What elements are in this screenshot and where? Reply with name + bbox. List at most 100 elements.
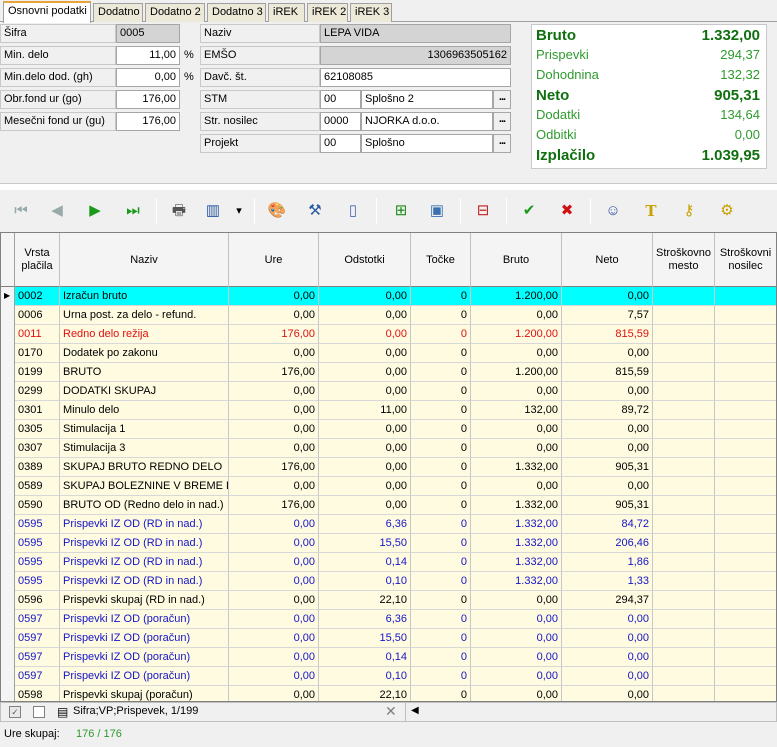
cell-col-2[interactable]: 0,00 (229, 382, 319, 401)
tab-irek-2[interactable]: iREK 2 (307, 3, 348, 22)
cell-col-5[interactable]: 0,00 (471, 648, 562, 667)
cell-col-8[interactable] (715, 363, 776, 382)
cell-col-3[interactable]: 0,00 (319, 363, 411, 382)
cell-col-3[interactable]: 6,36 (319, 610, 411, 629)
table-row[interactable]: 0307 Stimulacija 3 0,00 0,00 0 0,00 0,00 (1, 439, 776, 458)
table-row[interactable]: 0595 Prispevki IZ OD (RD in nad.) 0,00 0,10… (1, 572, 776, 591)
cell-col-3[interactable]: 22,10 (319, 591, 411, 610)
cell-col-3[interactable]: 11,00 (319, 401, 411, 420)
stm-code-field[interactable]: 00 (320, 90, 361, 109)
cell-col-2[interactable]: 176,00 (229, 363, 319, 382)
cell-col-6[interactable]: 905,31 (562, 458, 653, 477)
cell-col-0[interactable]: 0389 (15, 458, 60, 477)
cell-col-2[interactable]: 176,00 (229, 496, 319, 515)
cell-col-2[interactable]: 0,00 (229, 439, 319, 458)
cell-col-7[interactable] (653, 420, 715, 439)
filter-icon[interactable]: T (638, 198, 664, 224)
cell-col-0[interactable]: 0597 (15, 667, 60, 686)
cell-col-1[interactable]: Prispevki IZ OD (RD in nad.) (60, 572, 229, 591)
cell-col-2[interactable]: 176,00 (229, 325, 319, 344)
column-header-7[interactable]: Stroškovno mesto (653, 233, 715, 287)
cell-col-8[interactable] (715, 401, 776, 420)
cell-col-0[interactable]: 0595 (15, 534, 60, 553)
emso-field[interactable]: 1306963505162 (320, 46, 511, 65)
cell-col-1[interactable]: Prispevki IZ OD (poračun) (60, 629, 229, 648)
projekt-lookup-button[interactable]: ... (493, 134, 511, 153)
table-row[interactable]: 0199 BRUTO 176,00 0,00 0 1.200,00 815,59 (1, 363, 776, 382)
cell-col-1[interactable]: Prispevki IZ OD (poračun) (60, 610, 229, 629)
cell-col-1[interactable]: Dodatek po zakonu (60, 344, 229, 363)
print-icon[interactable]: 🖶 (166, 198, 192, 224)
cell-col-6[interactable]: 0,00 (562, 477, 653, 496)
cell-col-4[interactable]: 0 (411, 515, 471, 534)
image-icon[interactable]: ▣ (424, 198, 450, 224)
cell-col-0[interactable]: 0595 (15, 572, 60, 591)
cell-col-7[interactable] (653, 439, 715, 458)
cell-col-6[interactable]: 0,00 (562, 344, 653, 363)
cell-col-0[interactable]: 0011 (15, 325, 60, 344)
cell-col-1[interactable]: SKUPAJ BRUTO REDNO DELO (60, 458, 229, 477)
obr-fond-field[interactable]: 176,00 (116, 90, 180, 109)
palette-icon[interactable]: 🎨 (264, 198, 290, 224)
cell-col-2[interactable]: 0,00 (229, 306, 319, 325)
cell-col-2[interactable]: 0,00 (229, 648, 319, 667)
cell-col-4[interactable]: 0 (411, 363, 471, 382)
cell-col-8[interactable] (715, 477, 776, 496)
cell-col-3[interactable]: 0,10 (319, 667, 411, 686)
table-row[interactable]: ▶ 0002 Izračun bruto 0,00 0,00 0 1.200,00 0,00 (1, 287, 776, 306)
table-row[interactable]: 0596 Prispevki skupaj (RD in nad.) 0,00 22,… (1, 591, 776, 610)
cell-col-7[interactable] (653, 306, 715, 325)
cell-col-2[interactable]: 0,00 (229, 629, 319, 648)
cell-col-1[interactable]: Prispevki skupaj (RD in nad.) (60, 591, 229, 610)
cell-col-7[interactable] (653, 458, 715, 477)
cell-col-0[interactable]: 0299 (15, 382, 60, 401)
prev-icon[interactable]: ◀ (44, 198, 70, 224)
cell-col-4[interactable]: 0 (411, 306, 471, 325)
column-header-0[interactable]: Vrsta plačila (15, 233, 60, 287)
cell-col-6[interactable]: 0,00 (562, 610, 653, 629)
column-header-4[interactable]: Točke (411, 233, 471, 287)
table-row[interactable]: 0301 Minulo delo 0,00 11,00 0 132,00 89,72 (1, 401, 776, 420)
cell-col-7[interactable] (653, 667, 715, 686)
cell-col-6[interactable]: 0,00 (562, 686, 653, 701)
cell-col-0[interactable]: 0595 (15, 553, 60, 572)
cell-col-8[interactable] (715, 496, 776, 515)
cell-col-2[interactable]: 0,00 (229, 420, 319, 439)
tab-osnovni-podatki[interactable]: Osnovni podatki (3, 1, 91, 23)
cell-col-1[interactable]: Prispevki IZ OD (RD in nad.) (60, 515, 229, 534)
table-row[interactable]: 0597 Prispevki IZ OD (poračun) 0,00 0,10 0 0,… (1, 667, 776, 686)
cell-col-0[interactable]: 0170 (15, 344, 60, 363)
cell-col-7[interactable] (653, 401, 715, 420)
clear-filter-button[interactable]: ✕ (385, 703, 397, 720)
cell-col-0[interactable]: 0590 (15, 496, 60, 515)
cell-col-1[interactable]: Prispevki IZ OD (RD in nad.) (60, 534, 229, 553)
cell-col-7[interactable] (653, 325, 715, 344)
cell-col-6[interactable]: 0,00 (562, 667, 653, 686)
cell-col-4[interactable]: 0 (411, 572, 471, 591)
cell-col-3[interactable]: 6,36 (319, 515, 411, 534)
tab-dodatno-2[interactable]: Dodatno 2 (145, 3, 205, 22)
cell-col-7[interactable] (653, 572, 715, 591)
tab-irek[interactable]: iREK (268, 3, 305, 22)
table-row[interactable]: 0595 Prispevki IZ OD (RD in nad.) 0,00 15,5… (1, 534, 776, 553)
cell-col-4[interactable]: 0 (411, 458, 471, 477)
cell-col-3[interactable]: 0,14 (319, 553, 411, 572)
cell-col-1[interactable]: DODATKI SKUPAJ (60, 382, 229, 401)
cell-col-0[interactable]: 0597 (15, 610, 60, 629)
cell-col-8[interactable] (715, 458, 776, 477)
table-row[interactable]: 0595 Prispevki IZ OD (RD in nad.) 0,00 0,14… (1, 553, 776, 572)
cell-col-1[interactable]: BRUTO (60, 363, 229, 382)
cell-col-2[interactable]: 0,00 (229, 591, 319, 610)
cell-col-7[interactable] (653, 553, 715, 572)
cell-col-4[interactable]: 0 (411, 439, 471, 458)
cell-col-0[interactable]: 0307 (15, 439, 60, 458)
projekt-code-field[interactable]: 00 (320, 134, 361, 153)
cell-col-7[interactable] (653, 363, 715, 382)
cell-col-7[interactable] (653, 629, 715, 648)
cell-col-4[interactable]: 0 (411, 325, 471, 344)
projekt-name-field[interactable]: Splošno (361, 134, 493, 153)
cell-col-7[interactable] (653, 534, 715, 553)
cell-col-8[interactable] (715, 686, 776, 701)
cell-col-5[interactable]: 0,00 (471, 477, 562, 496)
table-row[interactable]: 0299 DODATKI SKUPAJ 0,00 0,00 0 0,00 0,00 (1, 382, 776, 401)
